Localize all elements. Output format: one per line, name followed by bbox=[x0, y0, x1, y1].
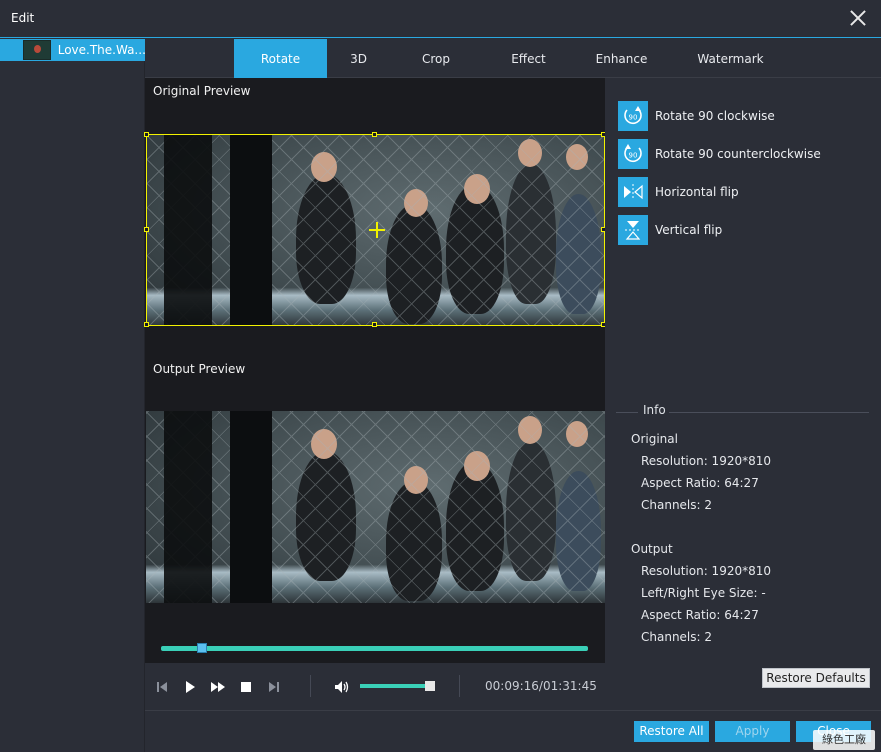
vertical-flip-label: Vertical flip bbox=[655, 223, 723, 237]
rotate-counterclockwise-label: Rotate 90 counterclockwise bbox=[655, 147, 821, 161]
info-title: Info bbox=[643, 403, 666, 417]
original-video-frame bbox=[146, 134, 605, 326]
tab-rotate[interactable]: Rotate bbox=[234, 39, 327, 78]
volume-slider[interactable] bbox=[360, 684, 434, 688]
tab-effect[interactable]: Effect bbox=[482, 39, 575, 78]
stop-icon[interactable] bbox=[238, 679, 254, 695]
seek-bar[interactable] bbox=[161, 646, 588, 651]
tab-watermark[interactable]: Watermark bbox=[668, 39, 793, 78]
volume-thumb[interactable] bbox=[425, 681, 435, 691]
svg-text:90: 90 bbox=[629, 152, 638, 160]
divider bbox=[616, 412, 638, 413]
original-preview-label: Original Preview bbox=[153, 84, 251, 98]
rotate-clockwise-button[interactable]: 90 Rotate 90 clockwise bbox=[618, 101, 775, 131]
seek-thumb[interactable] bbox=[196, 643, 207, 653]
bottom-button-bar: Restore All Apply Close bbox=[145, 710, 881, 752]
divider bbox=[459, 675, 460, 697]
info-output-eye-size: Left/Right Eye Size: - bbox=[641, 586, 766, 600]
tab-3d[interactable]: 3D bbox=[327, 39, 390, 78]
restore-defaults-button[interactable]: Restore Defaults bbox=[762, 668, 870, 688]
file-name: Love.The.Wa... bbox=[57, 43, 145, 57]
timecode: 00:09:16/01:31:45 bbox=[485, 679, 597, 693]
vertical-flip-icon bbox=[618, 215, 648, 245]
rotate-counterclockwise-button[interactable]: 90 Rotate 90 counterclockwise bbox=[618, 139, 821, 169]
rotate-counterclockwise-icon: 90 bbox=[618, 139, 648, 169]
rotate-clockwise-label: Rotate 90 clockwise bbox=[655, 109, 775, 123]
window-title: Edit bbox=[11, 11, 35, 25]
vertical-flip-button[interactable]: Vertical flip bbox=[618, 215, 722, 245]
horizontal-flip-button[interactable]: Horizontal flip bbox=[618, 177, 739, 207]
site-watermark: 綠色工廠 bbox=[813, 730, 875, 750]
volume-icon[interactable] bbox=[334, 679, 350, 695]
output-preview-label: Output Preview bbox=[153, 362, 246, 376]
close-window-icon[interactable] bbox=[849, 9, 867, 27]
apply-button[interactable]: Apply bbox=[715, 721, 790, 742]
restore-all-button[interactable]: Restore All bbox=[634, 721, 709, 742]
info-output-resolution: Resolution: 1920*810 bbox=[641, 564, 772, 578]
info-original-heading: Original bbox=[631, 432, 678, 446]
divider bbox=[310, 675, 311, 697]
horizontal-flip-label: Horizontal flip bbox=[655, 185, 739, 199]
next-icon[interactable] bbox=[266, 679, 282, 695]
horizontal-flip-icon bbox=[618, 177, 648, 207]
preview-pane: Original Preview Output Preview bbox=[144, 78, 606, 663]
tab-crop[interactable]: Crop bbox=[390, 39, 482, 78]
file-thumbnail bbox=[23, 40, 51, 60]
file-sidebar: Love.The.Wa... bbox=[0, 39, 145, 752]
tab-enhance[interactable]: Enhance bbox=[575, 39, 668, 78]
playback-controls: 00:09:16/01:31:45 bbox=[145, 663, 605, 710]
previous-icon[interactable] bbox=[154, 679, 170, 695]
rotate-options-pane: 90 Rotate 90 clockwise 90 Rotate 90 coun… bbox=[605, 78, 881, 710]
info-output-channels: Channels: 2 bbox=[641, 630, 713, 644]
title-bar: Edit bbox=[0, 0, 881, 38]
info-output-heading: Output bbox=[631, 542, 673, 556]
svg-text:90: 90 bbox=[629, 114, 638, 122]
tab-bar: Rotate 3D Crop Effect Enhance Watermark bbox=[145, 39, 881, 78]
info-output-aspect: Aspect Ratio: 64:27 bbox=[641, 608, 759, 622]
info-original-resolution: Resolution: 1920*810 bbox=[641, 454, 772, 468]
fast-forward-icon[interactable] bbox=[210, 679, 226, 695]
info-original-channels: Channels: 2 bbox=[641, 498, 713, 512]
divider bbox=[669, 412, 869, 413]
sidebar-file-item[interactable]: Love.The.Wa... bbox=[0, 39, 145, 61]
play-icon[interactable] bbox=[182, 679, 198, 695]
info-original-aspect: Aspect Ratio: 64:27 bbox=[641, 476, 759, 490]
rotate-clockwise-icon: 90 bbox=[618, 101, 648, 131]
output-video-frame bbox=[146, 411, 605, 603]
